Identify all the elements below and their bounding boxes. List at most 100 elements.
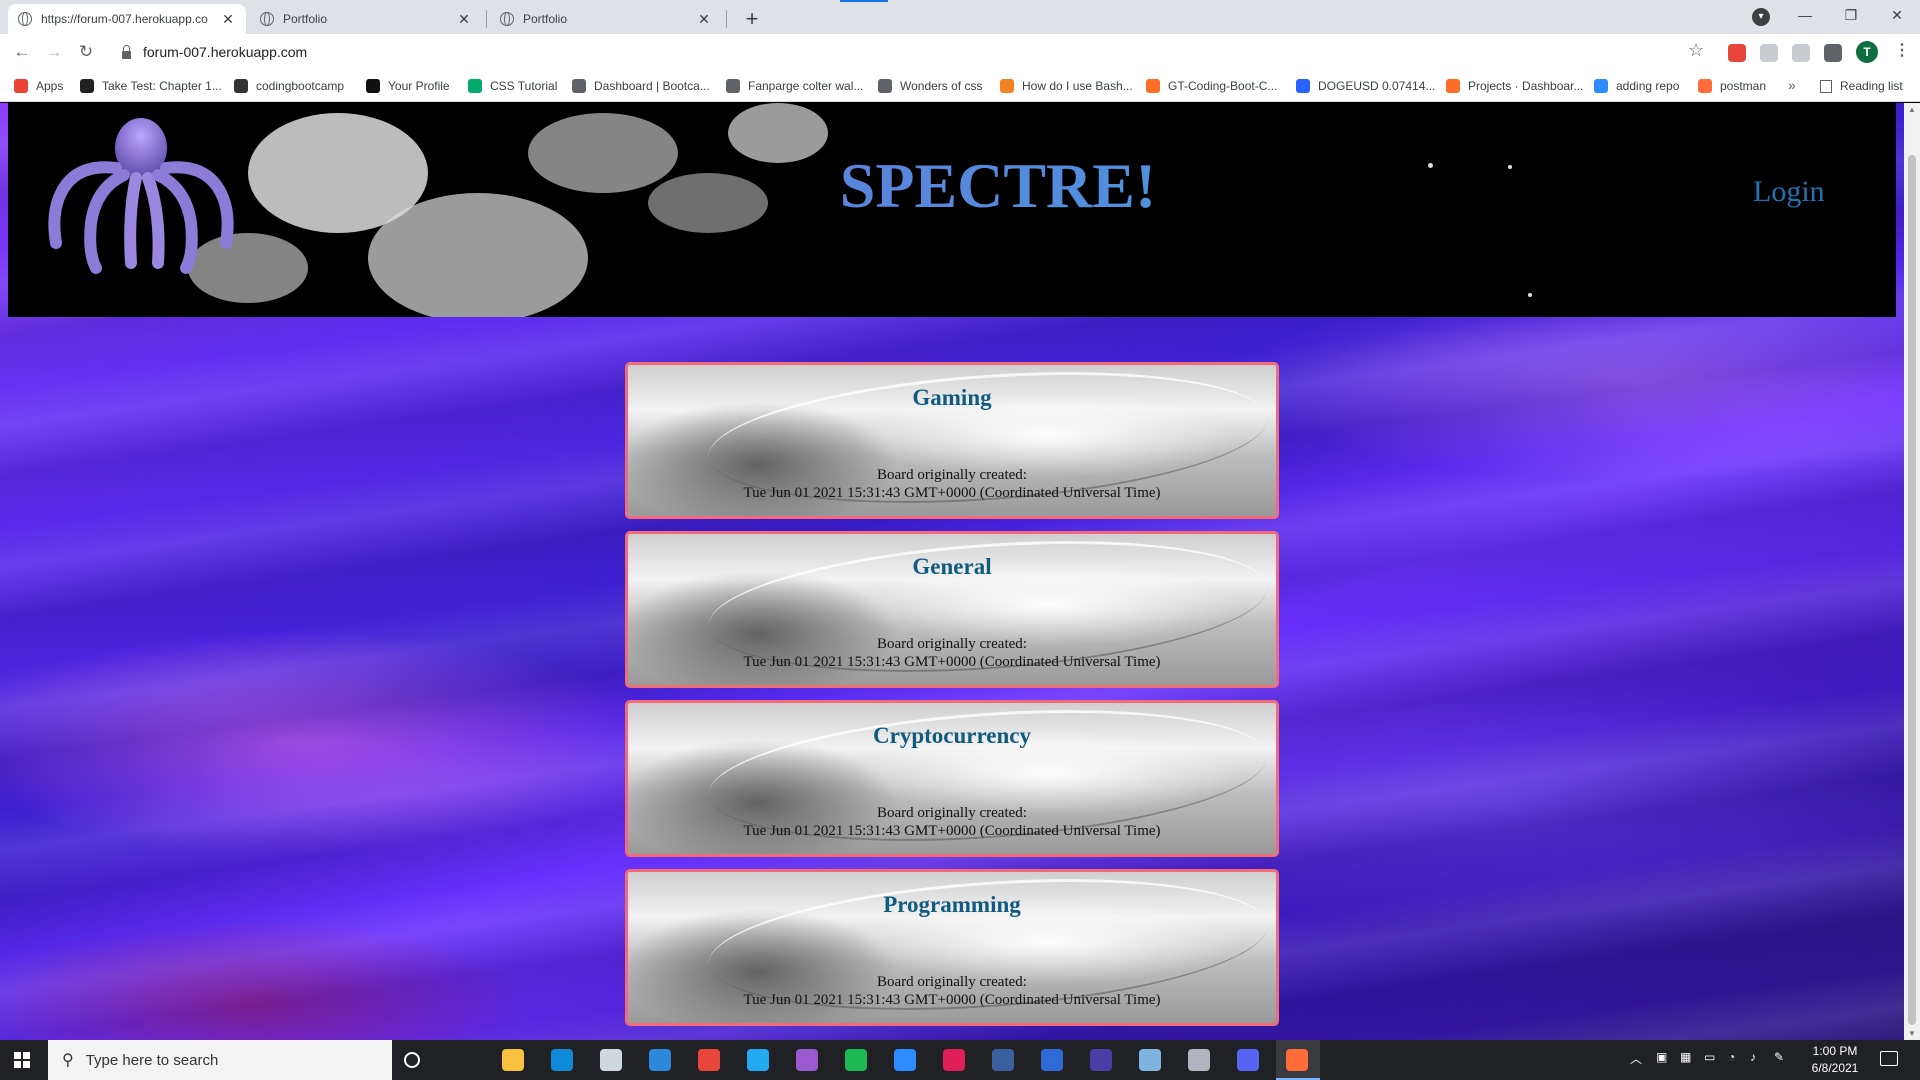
- board-title[interactable]: Programming: [628, 892, 1276, 918]
- bookmark-item[interactable]: Fanparge colter wal...: [726, 70, 863, 102]
- book-icon: [234, 79, 248, 93]
- tray-wifi-icon[interactable]: ◔: [1728, 1050, 1735, 1064]
- board-card-general[interactable]: General Board originally created: Tue Ju…: [625, 531, 1279, 688]
- bookmarks-overflow-button[interactable]: »: [1788, 77, 1796, 93]
- bookmark-item[interactable]: How do I use Bash...: [1000, 70, 1133, 102]
- tray-pen-icon[interactable]: ✎: [1774, 1050, 1784, 1064]
- edge-icon[interactable]: [551, 1049, 573, 1071]
- w3schools-icon: [468, 79, 482, 93]
- insomnia-icon[interactable]: [1041, 1049, 1063, 1071]
- restore-icon[interactable]: ❐: [1828, 0, 1874, 32]
- page-scrollbar[interactable]: ▲ ▼: [1904, 103, 1920, 1040]
- tab-portfolio-2[interactable]: Portfolio ✕: [490, 4, 722, 34]
- globe-icon: [572, 79, 586, 93]
- scrollbar-thumb[interactable]: [1908, 155, 1916, 1025]
- tray-chevron-icon[interactable]: ︿: [1630, 1050, 1642, 1067]
- bookmark-item[interactable]: GT-Coding-Boot-C...: [1146, 70, 1277, 102]
- extension-shield-icon[interactable]: [1760, 44, 1778, 62]
- taskbar-clock[interactable]: 1:00 PM 6/8/2021: [1800, 1043, 1870, 1077]
- bookmark-item[interactable]: CSS Tutorial: [468, 70, 557, 102]
- page-background: SPECTRE! Login Gaming Board originally c…: [0, 103, 1904, 1040]
- spotify-icon[interactable]: [845, 1049, 867, 1071]
- reading-list-button[interactable]: Reading list: [1820, 70, 1903, 102]
- tab-title: https://forum-007.herokuapp.co: [41, 12, 208, 26]
- board-card-gaming[interactable]: Gaming Board originally created: Tue Jun…: [625, 362, 1279, 519]
- bookmark-label: How do I use Bash...: [1022, 79, 1133, 93]
- tray-battery-icon[interactable]: ▭: [1704, 1050, 1715, 1064]
- bookmark-item[interactable]: Apps: [14, 70, 63, 102]
- board-created-label: Board originally created:: [877, 805, 1027, 821]
- extension-cloud-icon[interactable]: [1792, 44, 1810, 62]
- bookmark-item[interactable]: postman: [1698, 70, 1766, 102]
- bookmark-item[interactable]: codingbootcamp: [234, 70, 344, 102]
- zoom-icon[interactable]: [894, 1049, 916, 1071]
- bookmark-item[interactable]: Wonders of css: [878, 70, 982, 102]
- photos-icon[interactable]: [1188, 1049, 1210, 1071]
- tab-portfolio-1[interactable]: Portfolio ✕: [250, 4, 482, 34]
- chrome-icon[interactable]: [698, 1049, 720, 1071]
- clock-date: 6/8/2021: [1811, 1061, 1859, 1075]
- eclipse-icon[interactable]: [1090, 1049, 1112, 1071]
- extension-notification-icon[interactable]: [1728, 44, 1746, 62]
- login-link[interactable]: Login: [1753, 175, 1825, 209]
- bookmark-star-icon[interactable]: ☆: [1688, 40, 1704, 61]
- mail-icon[interactable]: [649, 1049, 671, 1071]
- bookmark-item[interactable]: Take Test: Chapter 1...: [80, 70, 222, 102]
- board-card-cryptocurrency[interactable]: Cryptocurrency Board originally created:…: [625, 700, 1279, 857]
- discord-icon[interactable]: [1237, 1049, 1259, 1071]
- board-title[interactable]: General: [628, 554, 1276, 580]
- tray-security-icon[interactable]: ▦: [1680, 1050, 1691, 1064]
- store-icon[interactable]: [600, 1049, 622, 1071]
- gitlab-icon: [1446, 79, 1460, 93]
- bookmark-label: Dashboard | Bootca...: [594, 79, 710, 93]
- tab-title: Portfolio: [523, 12, 568, 26]
- close-icon[interactable]: ✕: [696, 11, 712, 28]
- bookmark-item[interactable]: Dashboard | Bootca...: [572, 70, 710, 102]
- vscode-icon[interactable]: [747, 1049, 769, 1071]
- extensions-puzzle-icon[interactable]: [1824, 44, 1842, 62]
- tray-volume-icon[interactable]: ♪: [1750, 1050, 1756, 1064]
- tab-separator: [486, 10, 487, 28]
- scroll-down-icon[interactable]: ▼: [1908, 1029, 1916, 1038]
- file-explorer-icon[interactable]: [502, 1049, 524, 1071]
- bookmark-item[interactable]: Your Profile: [366, 70, 450, 102]
- tray-meet-icon[interactable]: ▣: [1656, 1050, 1667, 1064]
- windows-start-icon[interactable]: [14, 1052, 30, 1068]
- close-icon[interactable]: ✕: [456, 11, 472, 28]
- address-bar[interactable]: forum-007.herokuapp.com: [108, 38, 1708, 66]
- cortana-icon[interactable]: [404, 1052, 420, 1068]
- postman-icon[interactable]: [1286, 1049, 1308, 1071]
- board-card-programming[interactable]: Programming Board originally created: Tu…: [625, 869, 1279, 1026]
- profile-avatar[interactable]: T: [1856, 41, 1878, 63]
- board-created-info: Board originally created: Tue Jun 01 202…: [628, 466, 1276, 502]
- slack-icon[interactable]: [943, 1049, 965, 1071]
- lock-icon: [122, 45, 131, 59]
- menu-kebab-icon[interactable]: ⋮: [1894, 40, 1910, 60]
- scroll-up-icon[interactable]: ▲: [1908, 105, 1916, 114]
- window-close-icon[interactable]: ✕: [1874, 0, 1920, 32]
- windows-taskbar: ⚲ Type here to search ︿ ▣ ▦ ▭ ◔ ♪ ✎ 1:00…: [0, 1040, 1920, 1080]
- powershell-icon[interactable]: [992, 1049, 1014, 1071]
- minimize-icon[interactable]: —: [1782, 0, 1828, 32]
- reading-list-label: Reading list: [1840, 79, 1903, 93]
- notes-icon[interactable]: [1139, 1049, 1161, 1071]
- board-title[interactable]: Cryptocurrency: [628, 723, 1276, 749]
- browser-toolbar: ← → ↻ forum-007.herokuapp.com: [0, 34, 1920, 70]
- reload-icon[interactable]: ↻: [74, 40, 98, 64]
- tab-search-icon[interactable]: ▾: [1752, 8, 1770, 26]
- notification-center-icon[interactable]: [1880, 1051, 1898, 1066]
- bookmark-item[interactable]: DOGEUSD 0.07414...: [1296, 70, 1435, 102]
- bookmark-item[interactable]: adding repo: [1594, 70, 1679, 102]
- back-icon[interactable]: ←: [10, 40, 34, 64]
- new-tab-button[interactable]: +: [738, 6, 766, 34]
- forward-icon[interactable]: →: [42, 40, 66, 64]
- task-view-icon[interactable]: [453, 1049, 475, 1071]
- stackoverflow-icon: [1000, 79, 1014, 93]
- loading-indicator: [840, 0, 888, 2]
- taskbar-search-box[interactable]: ⚲ Type here to search: [48, 1040, 392, 1080]
- bookmark-item[interactable]: Projects · Dashboar...: [1446, 70, 1583, 102]
- tab-forum[interactable]: https://forum-007.herokuapp.co ✕: [8, 4, 246, 34]
- git-kraken-icon[interactable]: [796, 1049, 818, 1071]
- board-title[interactable]: Gaming: [628, 385, 1276, 411]
- close-icon[interactable]: ✕: [220, 11, 236, 28]
